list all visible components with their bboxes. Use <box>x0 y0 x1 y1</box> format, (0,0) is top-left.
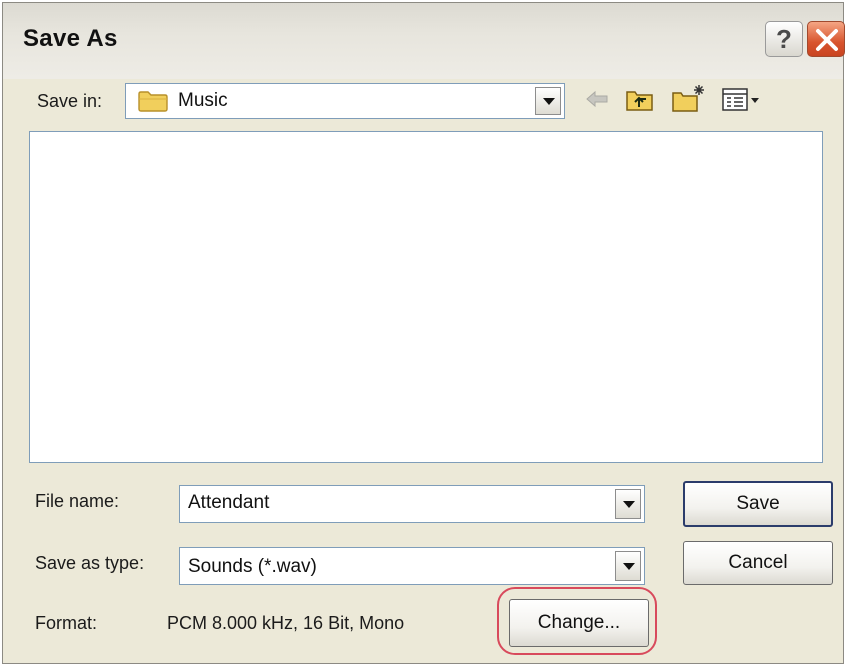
format-label: Format: <box>35 613 98 633</box>
save-in-combo[interactable]: Music <box>125 83 565 119</box>
save-as-type-value: Sounds (*.wav) <box>188 556 317 577</box>
save-in-dropdown-button[interactable] <box>535 87 561 115</box>
format-value: PCM 8.000 kHz, 16 Bit, Mono <box>167 613 405 633</box>
save-in-label: Save in: <box>37 91 103 111</box>
file-name-combo[interactable] <box>179 485 645 523</box>
dialog-title: Save As <box>23 25 118 52</box>
change-button-highlight <box>497 587 657 655</box>
view-menu-icon[interactable] <box>721 87 767 113</box>
close-button[interactable] <box>807 21 845 57</box>
save-as-dialog: Save As ? Save in: Music File name: Atte… <box>2 2 845 664</box>
save-as-type-label: Save as type: <box>35 553 145 573</box>
cancel-button[interactable]: Cancel <box>683 541 833 585</box>
save-in-value: Music <box>178 90 228 111</box>
file-list[interactable] <box>29 131 823 463</box>
save-as-type-dropdown-button[interactable] <box>615 551 641 581</box>
back-arrow-icon[interactable] <box>585 89 609 109</box>
new-folder-icon[interactable] <box>671 83 707 113</box>
file-name-label: File name: <box>35 491 120 511</box>
folder-icon <box>138 91 168 112</box>
file-name-dropdown-button[interactable] <box>615 489 641 519</box>
save-button[interactable]: Save <box>683 481 833 527</box>
file-name-input[interactable] <box>182 488 614 518</box>
save-as-type-select[interactable]: Sounds (*.wav) <box>179 547 645 585</box>
close-icon <box>816 29 838 51</box>
help-button[interactable]: ? <box>765 21 803 57</box>
title-bar[interactable]: Save As ? <box>3 3 845 79</box>
up-folder-icon[interactable] <box>625 87 655 113</box>
